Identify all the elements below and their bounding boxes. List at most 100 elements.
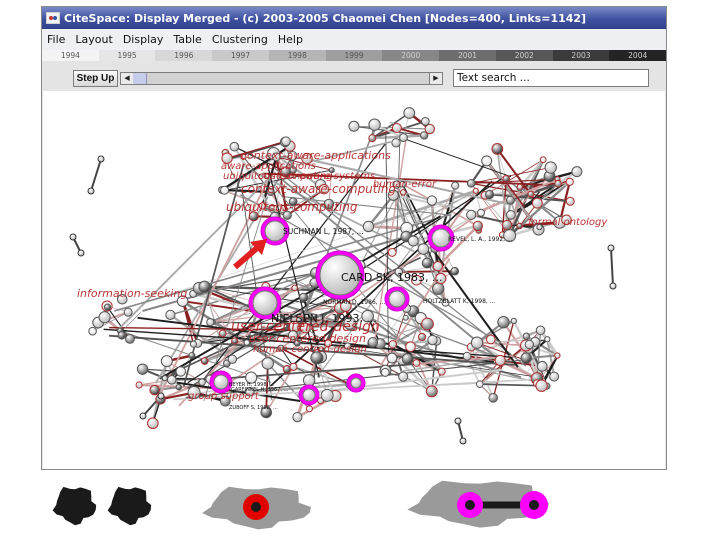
network-node bbox=[481, 155, 493, 167]
time-slider[interactable]: ◀ ▶ bbox=[120, 72, 443, 85]
cluster-label: context-aware-systems bbox=[258, 171, 375, 182]
network-node bbox=[531, 197, 543, 209]
network-node bbox=[206, 318, 215, 327]
timeline-year-2002: 2002 bbox=[495, 50, 553, 61]
network-node bbox=[565, 196, 575, 206]
network-node bbox=[510, 317, 518, 325]
node-label: REVEL, L. A., 1992, ... bbox=[448, 236, 513, 243]
timeline-year-1997: 1997 bbox=[212, 50, 269, 61]
network-canvas[interactable]: context-aware-applications aware-applicat… bbox=[43, 91, 665, 469]
node-label: NORMAN D, 1986, ... bbox=[323, 299, 385, 306]
network-node bbox=[488, 392, 499, 403]
network-node bbox=[117, 331, 126, 340]
highlighted-node bbox=[302, 388, 316, 402]
network-node bbox=[502, 174, 510, 183]
network-node bbox=[462, 351, 472, 361]
legend-centrality-node-2 bbox=[529, 500, 539, 510]
network-node bbox=[292, 412, 303, 423]
menu-display[interactable]: Display bbox=[118, 33, 169, 46]
network-node bbox=[609, 282, 617, 290]
network-node bbox=[401, 353, 414, 365]
network-node bbox=[220, 185, 230, 195]
legend-burst-shape-2 bbox=[107, 486, 152, 526]
legend-citation-burst-node bbox=[251, 502, 261, 512]
menu-bar: File Layout Display Table Clustering Hel… bbox=[42, 29, 666, 50]
network-node bbox=[388, 340, 397, 349]
network-node bbox=[484, 189, 495, 200]
network-node bbox=[291, 284, 298, 292]
network-node bbox=[160, 355, 173, 368]
cluster-label: ubiquitous-computing bbox=[226, 200, 358, 214]
network-node bbox=[147, 417, 159, 430]
network-node bbox=[477, 208, 486, 217]
network-node bbox=[175, 366, 186, 377]
legend-centrality-node-1 bbox=[465, 500, 475, 510]
cluster-label: human-centred-design bbox=[253, 344, 367, 355]
network-node bbox=[549, 371, 560, 382]
network-node bbox=[135, 381, 143, 389]
cluster-label: formal ontology bbox=[528, 217, 608, 228]
network-node bbox=[421, 317, 434, 331]
network-node bbox=[536, 360, 548, 372]
network-node bbox=[386, 352, 398, 364]
menu-help[interactable]: Help bbox=[273, 33, 308, 46]
node-label: SUCHMAN L, 1987, ... bbox=[283, 227, 364, 236]
menu-table[interactable]: Table bbox=[168, 33, 206, 46]
text-search-input[interactable] bbox=[453, 69, 649, 87]
cocitation-network-visualization[interactable]: context-aware-applicationsaware-applicat… bbox=[43, 91, 665, 469]
menu-clustering[interactable]: Clustering bbox=[207, 33, 273, 46]
timeline-year-2001: 2001 bbox=[439, 50, 496, 61]
network-node bbox=[218, 329, 227, 338]
network-node bbox=[77, 249, 85, 257]
slider-right-arrow-icon[interactable]: ▶ bbox=[429, 73, 442, 84]
citespace-window: CiteSpace: Display Merged - (c) 2003-200… bbox=[41, 6, 667, 470]
menu-file[interactable]: File bbox=[42, 33, 70, 46]
network-node bbox=[149, 384, 161, 396]
highlighted-node bbox=[350, 377, 362, 389]
network-node bbox=[368, 134, 377, 143]
network-node bbox=[403, 107, 416, 119]
network-node bbox=[98, 311, 111, 324]
network-node bbox=[398, 371, 409, 382]
network-node bbox=[399, 189, 407, 196]
network-node bbox=[139, 412, 147, 420]
network-link bbox=[479, 383, 542, 387]
network-node bbox=[402, 314, 409, 321]
network-node bbox=[399, 133, 408, 142]
network-node bbox=[607, 244, 615, 252]
network-node bbox=[125, 333, 135, 344]
node-label: NIELSEN J, 1993, ... bbox=[271, 312, 377, 325]
network-node bbox=[391, 138, 401, 148]
network-node bbox=[470, 336, 484, 349]
network-node bbox=[305, 405, 313, 413]
timeline-year-2003: 2003 bbox=[552, 50, 610, 61]
network-node bbox=[451, 181, 460, 190]
network-node bbox=[450, 266, 460, 276]
step-up-button[interactable]: Step Up bbox=[73, 70, 118, 87]
network-node bbox=[103, 303, 112, 311]
window-title: CiteSpace: Display Merged - (c) 2003-200… bbox=[64, 11, 587, 25]
network-node bbox=[427, 334, 438, 346]
highlighted-node bbox=[264, 220, 286, 242]
slider-thumb[interactable] bbox=[133, 73, 147, 84]
network-node bbox=[497, 316, 510, 329]
network-node bbox=[387, 248, 397, 257]
network-node bbox=[417, 243, 430, 255]
network-node bbox=[424, 123, 436, 135]
network-node bbox=[420, 116, 430, 126]
network-node bbox=[200, 357, 209, 365]
highlighted-node bbox=[213, 374, 229, 390]
network-node bbox=[475, 380, 484, 388]
network-node bbox=[289, 362, 298, 371]
network-node bbox=[425, 385, 438, 398]
timeline-year-bar: 1994 1995 1996 1997 1998 1999 2000 2001 2002 2003… bbox=[42, 50, 667, 61]
network-node bbox=[432, 282, 445, 295]
network-node bbox=[412, 359, 421, 367]
network-node bbox=[516, 222, 523, 230]
network-node bbox=[466, 179, 476, 188]
timeline-year-1999: 1999 bbox=[325, 50, 383, 61]
timeline-year-1998: 1998 bbox=[268, 50, 326, 61]
node-label: HOLTZBLATT K, 1998, ... bbox=[423, 298, 496, 305]
network-node bbox=[522, 332, 531, 340]
menu-layout[interactable]: Layout bbox=[70, 33, 117, 46]
